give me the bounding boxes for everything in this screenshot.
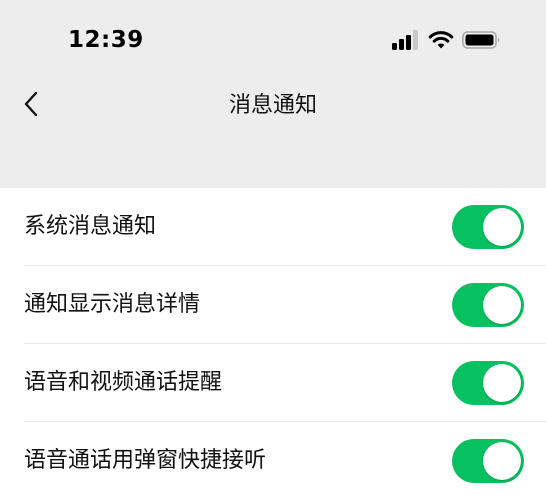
- setting-row-call-reminder: 语音和视频通话提醒: [0, 344, 546, 422]
- battery-icon: [462, 30, 502, 50]
- toggle-knob: [483, 364, 521, 402]
- setting-label: 语音通话用弹窗快捷接听: [24, 448, 267, 473]
- toggle-knob: [483, 442, 521, 480]
- navigation-bar: 消息通知: [0, 80, 546, 132]
- status-icons: [392, 29, 502, 51]
- setting-row-show-message-details: 通知显示消息详情: [0, 266, 546, 344]
- setting-row-system-notification: 系统消息通知: [0, 188, 546, 266]
- setting-row-popup-quick-answer: 语音通话用弹窗快捷接听: [0, 422, 546, 500]
- setting-label: 语音和视频通话提醒: [24, 370, 223, 395]
- status-bar: 12:39: [0, 0, 546, 80]
- page-title: 消息通知: [228, 93, 317, 118]
- toggle-knob: [483, 286, 521, 324]
- popup-quick-answer-toggle[interactable]: [452, 439, 524, 483]
- toggle-knob: [483, 208, 521, 246]
- cellular-signal-icon: [392, 30, 420, 50]
- call-reminder-toggle[interactable]: [452, 361, 524, 405]
- setting-label: 系统消息通知: [24, 214, 157, 239]
- header-area: 12:39 消息通知: [0, 0, 546, 188]
- show-message-details-toggle[interactable]: [452, 283, 524, 327]
- status-time: 12:39: [68, 27, 144, 53]
- wifi-icon: [428, 30, 454, 50]
- settings-list: 系统消息通知 通知显示消息详情 语音和视频通话提醒 语音通话用弹窗快捷接听: [0, 188, 546, 500]
- system-notification-toggle[interactable]: [452, 205, 524, 249]
- setting-label: 通知显示消息详情: [24, 292, 201, 317]
